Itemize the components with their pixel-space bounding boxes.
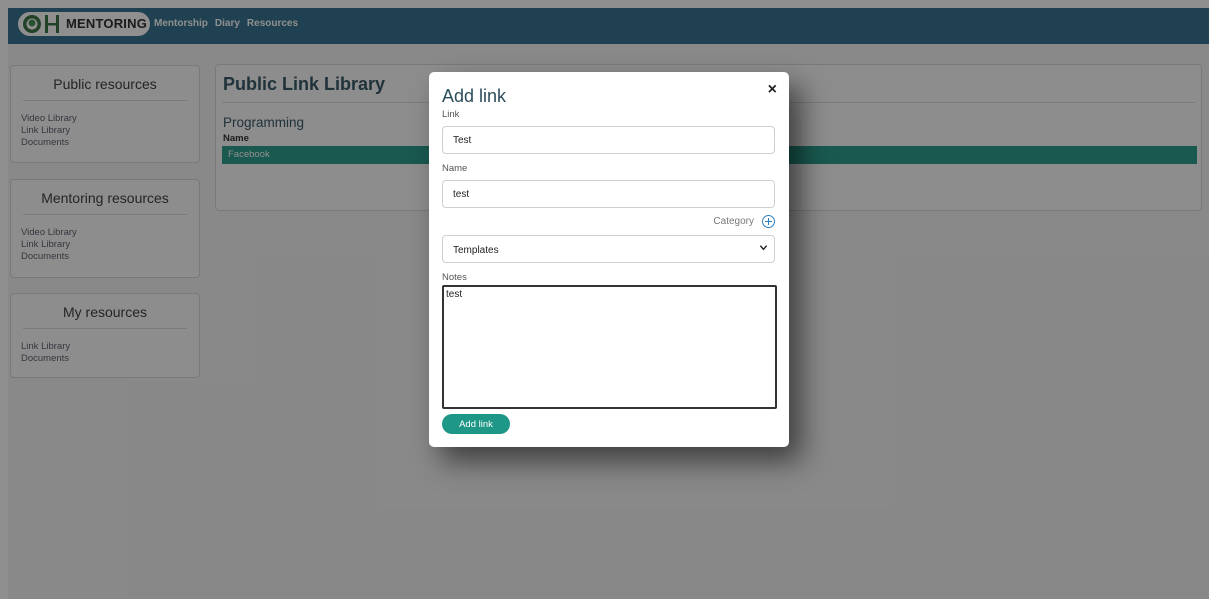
- close-icon[interactable]: ×: [768, 80, 777, 100]
- category-selected-value: Templates: [453, 245, 499, 256]
- link-input[interactable]: [442, 126, 775, 154]
- add-category-icon[interactable]: [762, 215, 775, 228]
- category-row: Category: [713, 215, 775, 228]
- notes-textarea[interactable]: test: [442, 285, 777, 409]
- notes-label: Notes: [442, 272, 467, 283]
- add-link-dialog: Add link × Link Name Category Templates …: [429, 72, 789, 447]
- name-label: Name: [442, 163, 468, 174]
- dialog-title: Add link: [442, 86, 507, 106]
- name-input[interactable]: [442, 180, 775, 208]
- link-label: Link: [442, 109, 460, 120]
- category-select[interactable]: Templates: [442, 235, 775, 263]
- category-label: Category: [713, 216, 754, 227]
- add-link-button[interactable]: Add link: [442, 414, 510, 434]
- chevron-down-icon: [759, 245, 768, 251]
